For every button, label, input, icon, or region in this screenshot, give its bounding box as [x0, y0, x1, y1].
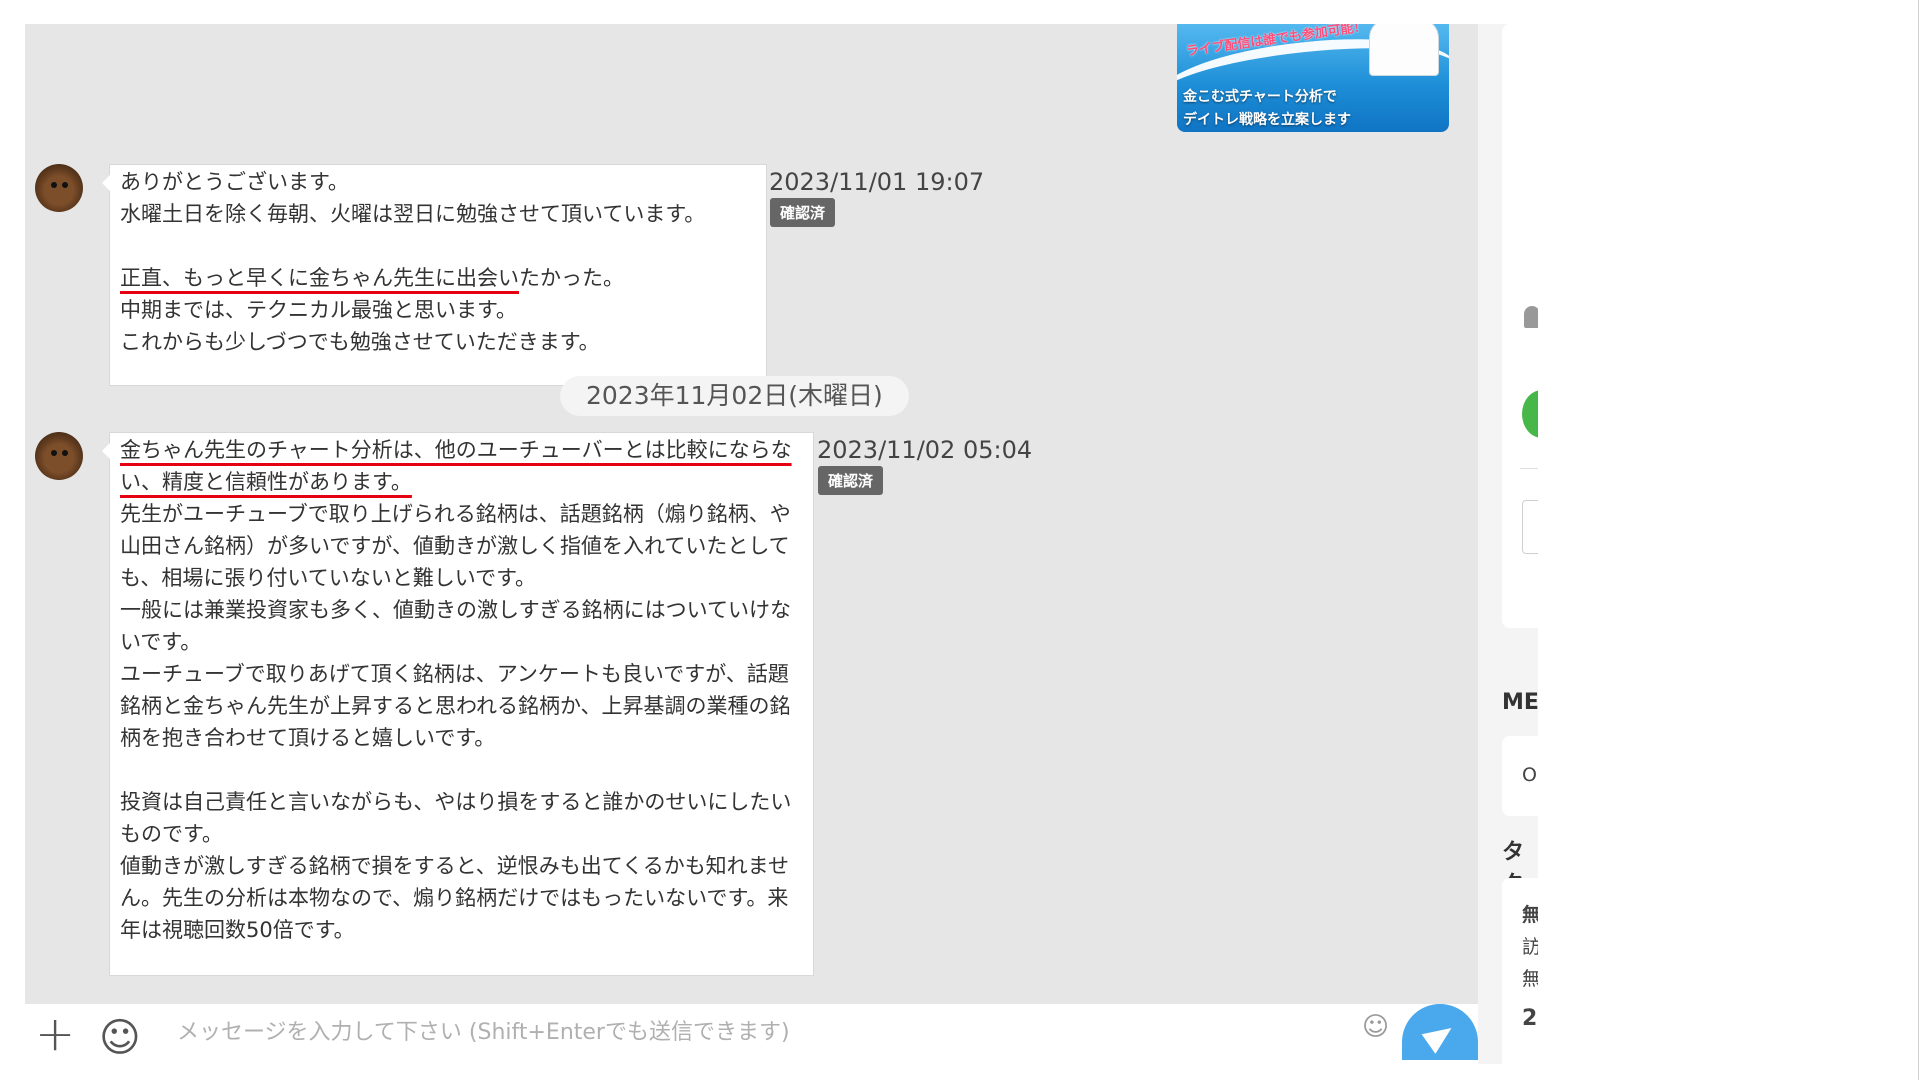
highlighted-text: 金ちゃん先生のチャート分析は、他のユーチューバーとは比較にならない、精度と信頼性… [120, 438, 792, 494]
read-badge: 確認済 [818, 466, 884, 495]
sidebar-input[interactable] [1522, 500, 1538, 554]
message-bubble: ありがとうございます。 水曜土日を除く毎朝、火曜は翌日に勉強させて頂いています。… [102, 164, 767, 386]
promo-image[interactable]: ライブ配信は誰でも参加可能！ 金こむ式チャート分析で デイトレ戦略を立案します [1177, 24, 1449, 132]
send-button[interactable] [1402, 1004, 1478, 1060]
sidebar-item[interactable]: O [1522, 764, 1537, 786]
right-sidebar: MEI O タク 無 訪 無 2 [1478, 24, 1538, 1064]
sidebar-tag[interactable]: 無 [1522, 900, 1538, 927]
promo-line-2: デイトレ戦略を立案します [1183, 112, 1351, 128]
add-attachment-button[interactable]: + [35, 1010, 75, 1058]
message-text: 金ちゃん先生のチャート分析は、他のユーチューバーとは比較にならない、精度と信頼性… [120, 434, 803, 946]
date-separator: 2023年11月02日(木曜日) [560, 376, 909, 416]
sidebar-tag[interactable]: 無 [1522, 964, 1538, 991]
promo-character-illustration [1369, 24, 1439, 76]
divider [1520, 468, 1538, 469]
message-text-part: ありがとうございます。 水曜土日を除く毎朝、火曜は翌日に勉強させて頂いています。 [120, 170, 706, 226]
message-timestamp: 2023/11/01 19:07 [769, 168, 985, 196]
smiley-icon[interactable]: ☺ [1362, 1012, 1389, 1042]
message-text: ありがとうございます。 水曜土日を除く毎朝、火曜は翌日に勉強させて頂いています。… [120, 166, 756, 358]
emoji-button[interactable]: ☺ [99, 1018, 141, 1058]
user-avatar[interactable] [35, 432, 83, 480]
read-badge: 確認済 [770, 198, 836, 227]
user-avatar[interactable] [35, 164, 83, 212]
message-timestamp: 2023/11/02 05:04 [817, 436, 1033, 464]
message-input[interactable] [175, 1012, 1379, 1052]
window-edge [1918, 0, 1919, 1080]
highlighted-text: 正直、もっと早くに金ちゃん先生に出会い [120, 266, 519, 290]
sidebar-tag[interactable]: 訪 [1522, 932, 1538, 959]
chat-panel[interactable]: ライブ配信は誰でも参加可能！ 金こむ式チャート分析で デイトレ戦略を立案します … [25, 24, 1478, 1004]
message-input-bar: + ☺ ☺ [25, 1004, 1478, 1060]
sidebar-tag[interactable]: 2 [1522, 1006, 1537, 1031]
message-text-part: 先生がユーチューブで取り上げられる銘柄は、話題銘柄（煽り銘柄、や山田さん銘柄）が… [120, 502, 792, 942]
promo-line-1: 金こむ式チャート分析で [1183, 89, 1337, 105]
person-icon [1524, 306, 1538, 328]
sidebar-heading: MEI [1502, 690, 1538, 715]
message-bubble: 金ちゃん先生のチャート分析は、他のユーチューバーとは比較にならない、精度と信頼性… [102, 432, 814, 976]
